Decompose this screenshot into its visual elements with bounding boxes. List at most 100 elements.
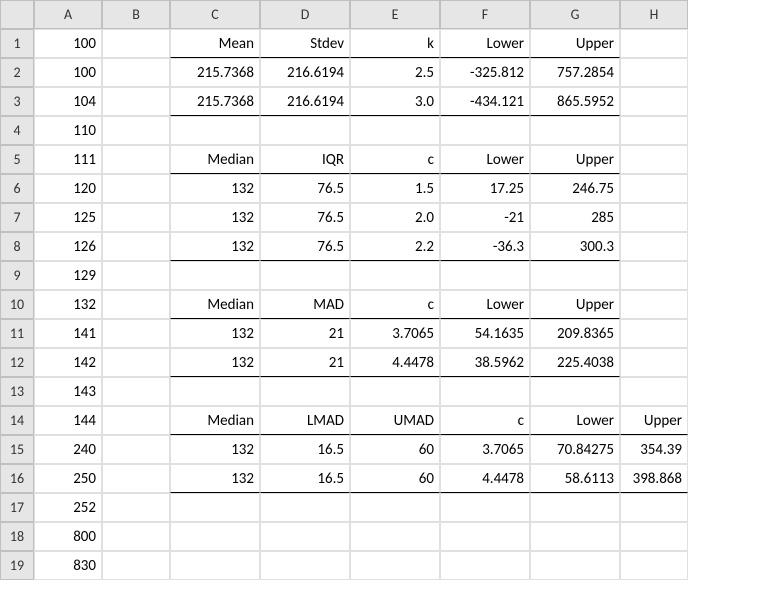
cell-C1[interactable]: Mean [170,29,260,58]
cell-D19[interactable] [260,551,350,580]
cell-D11[interactable]: 21 [260,319,350,348]
cell-F8[interactable]: -36.3 [440,232,530,261]
cell-B1[interactable] [102,29,170,58]
cell-E13[interactable] [350,377,440,406]
cell-F12[interactable]: 38.5962 [440,348,530,377]
cell-B11[interactable] [102,319,170,348]
cell-B5[interactable] [102,145,170,174]
cell-E14[interactable]: UMAD [350,406,440,435]
cell-A18[interactable]: 800 [34,522,102,551]
cell-E4[interactable] [350,116,440,145]
cell-C6[interactable]: 132 [170,174,260,203]
col-header-F[interactable]: F [440,0,530,29]
row-header-19[interactable]: 19 [0,551,34,580]
cell-E9[interactable] [350,261,440,290]
cell-F6[interactable]: 17.25 [440,174,530,203]
spreadsheet-grid[interactable]: A B C D E F G H 1 100 Mean Stdev k Lower… [0,0,771,580]
cell-B16[interactable] [102,464,170,493]
cell-G11[interactable]: 209.8365 [530,319,620,348]
cell-A3[interactable]: 104 [34,87,102,116]
cell-E5[interactable]: c [350,145,440,174]
cell-G18[interactable] [530,522,620,551]
cell-F2[interactable]: -325.812 [440,58,530,87]
cell-D10[interactable]: MAD [260,290,350,319]
cell-B4[interactable] [102,116,170,145]
row-header-11[interactable]: 11 [0,319,34,348]
row-header-16[interactable]: 16 [0,464,34,493]
cell-H6[interactable] [620,174,688,203]
cell-G14[interactable]: Lower [530,406,620,435]
cell-D8[interactable]: 76.5 [260,232,350,261]
cell-B6[interactable] [102,174,170,203]
cell-H2[interactable] [620,58,688,87]
cell-G15[interactable]: 70.84275 [530,435,620,464]
cell-H1[interactable] [620,29,688,58]
cell-G19[interactable] [530,551,620,580]
row-header-6[interactable]: 6 [0,174,34,203]
cell-H14[interactable]: Upper [620,406,688,435]
cell-B12[interactable] [102,348,170,377]
cell-D12[interactable]: 21 [260,348,350,377]
cell-D18[interactable] [260,522,350,551]
cell-H13[interactable] [620,377,688,406]
cell-C12[interactable]: 132 [170,348,260,377]
col-header-D[interactable]: D [260,0,350,29]
cell-E11[interactable]: 3.7065 [350,319,440,348]
cell-G2[interactable]: 757.2854 [530,58,620,87]
cell-F17[interactable] [440,493,530,522]
cell-C18[interactable] [170,522,260,551]
cell-B3[interactable] [102,87,170,116]
row-header-4[interactable]: 4 [0,116,34,145]
cell-F5[interactable]: Lower [440,145,530,174]
cell-G17[interactable] [530,493,620,522]
cell-H7[interactable] [620,203,688,232]
cell-C14[interactable]: Median [170,406,260,435]
row-header-12[interactable]: 12 [0,348,34,377]
cell-B8[interactable] [102,232,170,261]
cell-C19[interactable] [170,551,260,580]
row-header-2[interactable]: 2 [0,58,34,87]
cell-F14[interactable]: c [440,406,530,435]
cell-H10[interactable] [620,290,688,319]
cell-A10[interactable]: 132 [34,290,102,319]
cell-A8[interactable]: 126 [34,232,102,261]
cell-C17[interactable] [170,493,260,522]
cell-E18[interactable] [350,522,440,551]
cell-E2[interactable]: 2.5 [350,58,440,87]
cell-C10[interactable]: Median [170,290,260,319]
cell-F3[interactable]: -434.121 [440,87,530,116]
cell-B19[interactable] [102,551,170,580]
cell-H4[interactable] [620,116,688,145]
cell-H16[interactable]: 398.868 [620,464,688,493]
cell-D13[interactable] [260,377,350,406]
row-header-13[interactable]: 13 [0,377,34,406]
cell-D3[interactable]: 216.6194 [260,87,350,116]
cell-E10[interactable]: c [350,290,440,319]
cell-B18[interactable] [102,522,170,551]
cell-E3[interactable]: 3.0 [350,87,440,116]
cell-D2[interactable]: 216.6194 [260,58,350,87]
cell-A5[interactable]: 111 [34,145,102,174]
cell-D6[interactable]: 76.5 [260,174,350,203]
cell-B15[interactable] [102,435,170,464]
cell-H3[interactable] [620,87,688,116]
cell-G1[interactable]: Upper [530,29,620,58]
cell-A9[interactable]: 129 [34,261,102,290]
cell-D15[interactable]: 16.5 [260,435,350,464]
cell-H18[interactable] [620,522,688,551]
row-header-3[interactable]: 3 [0,87,34,116]
cell-F9[interactable] [440,261,530,290]
cell-E19[interactable] [350,551,440,580]
cell-F18[interactable] [440,522,530,551]
cell-G13[interactable] [530,377,620,406]
cell-E15[interactable]: 60 [350,435,440,464]
col-header-A[interactable]: A [34,0,102,29]
cell-C3[interactable]: 215.7368 [170,87,260,116]
cell-C4[interactable] [170,116,260,145]
cell-H15[interactable]: 354.39 [620,435,688,464]
row-header-14[interactable]: 14 [0,406,34,435]
cell-F13[interactable] [440,377,530,406]
cell-B10[interactable] [102,290,170,319]
row-header-15[interactable]: 15 [0,435,34,464]
col-header-B[interactable]: B [102,0,170,29]
